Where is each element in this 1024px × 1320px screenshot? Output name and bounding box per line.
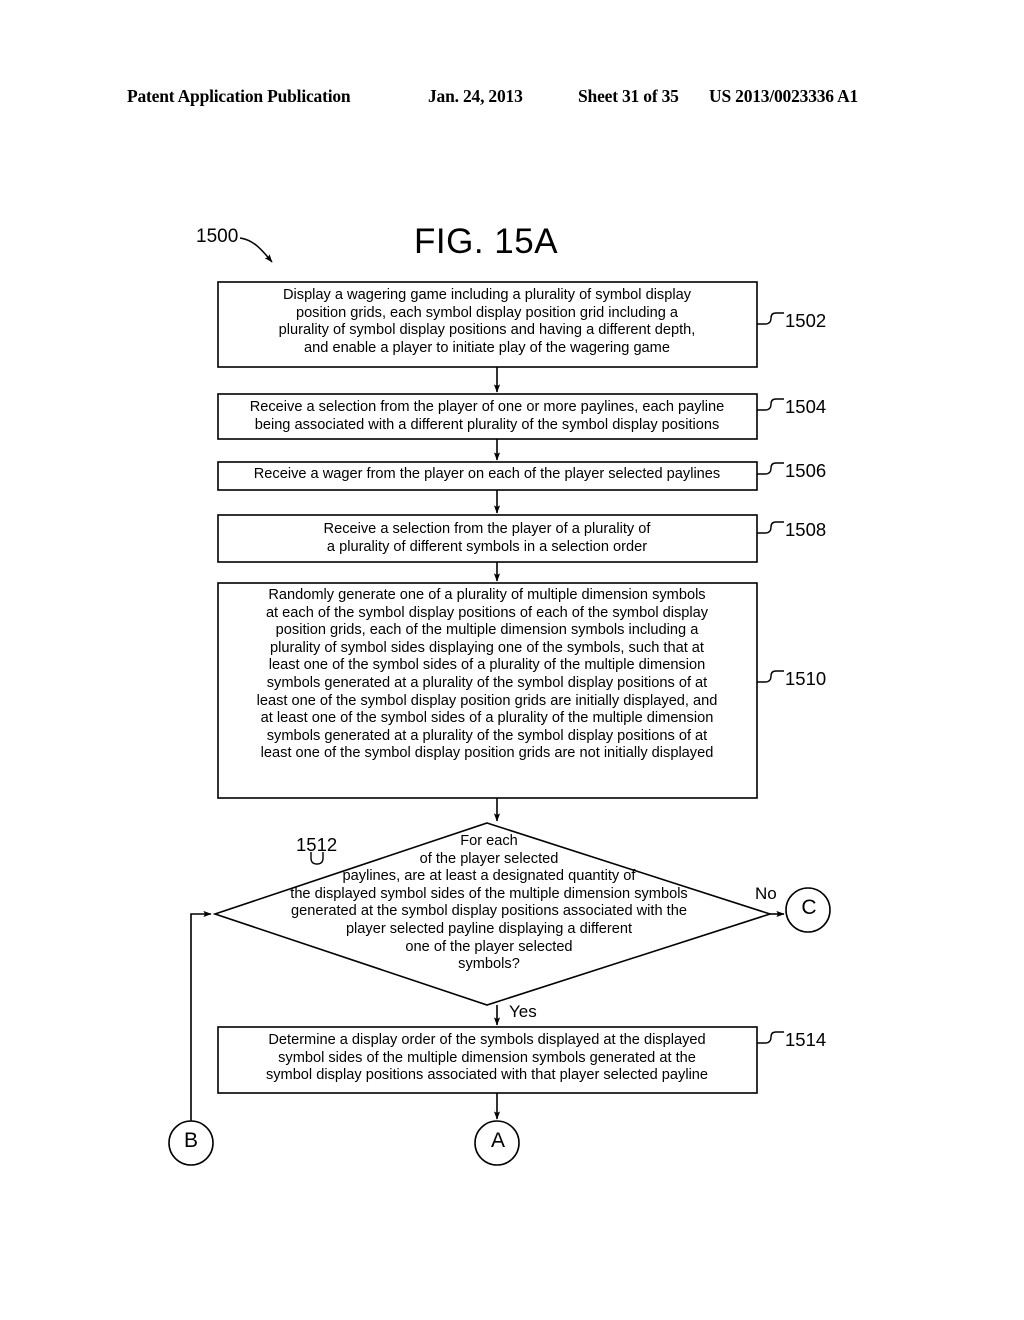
- edge-label-yes: Yes: [509, 1002, 537, 1021]
- box-1514-text: Determine a display order of the symbols…: [265, 1032, 709, 1084]
- box-1510-text: Randomly generate one of a plurality of …: [256, 587, 718, 762]
- leader-1514: [757, 1031, 784, 1044]
- edge-label-no: No: [755, 884, 777, 903]
- figure-leader-line: [239, 237, 273, 263]
- reference-numeral-1504: 1504: [785, 396, 827, 417]
- box-1502-text: Display a wagering game including a plur…: [278, 287, 696, 356]
- arrow-connector-b-to-1512: [190, 910, 212, 1121]
- leader-1502: [757, 312, 784, 325]
- reference-numeral-1514: 1514: [785, 1029, 827, 1050]
- leader-1506: [757, 462, 784, 475]
- reference-numeral-1512: 1512: [296, 834, 338, 855]
- leader-1508: [757, 521, 784, 534]
- reference-numeral-1502: 1502: [785, 310, 827, 331]
- box-1504-text: Receive a selection from the player of o…: [249, 399, 725, 433]
- reference-numeral-1508: 1508: [785, 519, 827, 540]
- box-1508-text: Receive a selection from the player of a…: [323, 521, 651, 555]
- connector-label-c: C: [801, 896, 817, 919]
- connector-label-b: B: [183, 1129, 198, 1152]
- leader-1504: [757, 398, 784, 411]
- reference-numeral-1506: 1506: [785, 460, 827, 481]
- leader-1510: [757, 670, 784, 683]
- box-1506-text: Receive a wager from the player on each …: [253, 466, 721, 482]
- reference-numeral-1510: 1510: [785, 668, 827, 689]
- connector-label-a: A: [490, 1129, 505, 1152]
